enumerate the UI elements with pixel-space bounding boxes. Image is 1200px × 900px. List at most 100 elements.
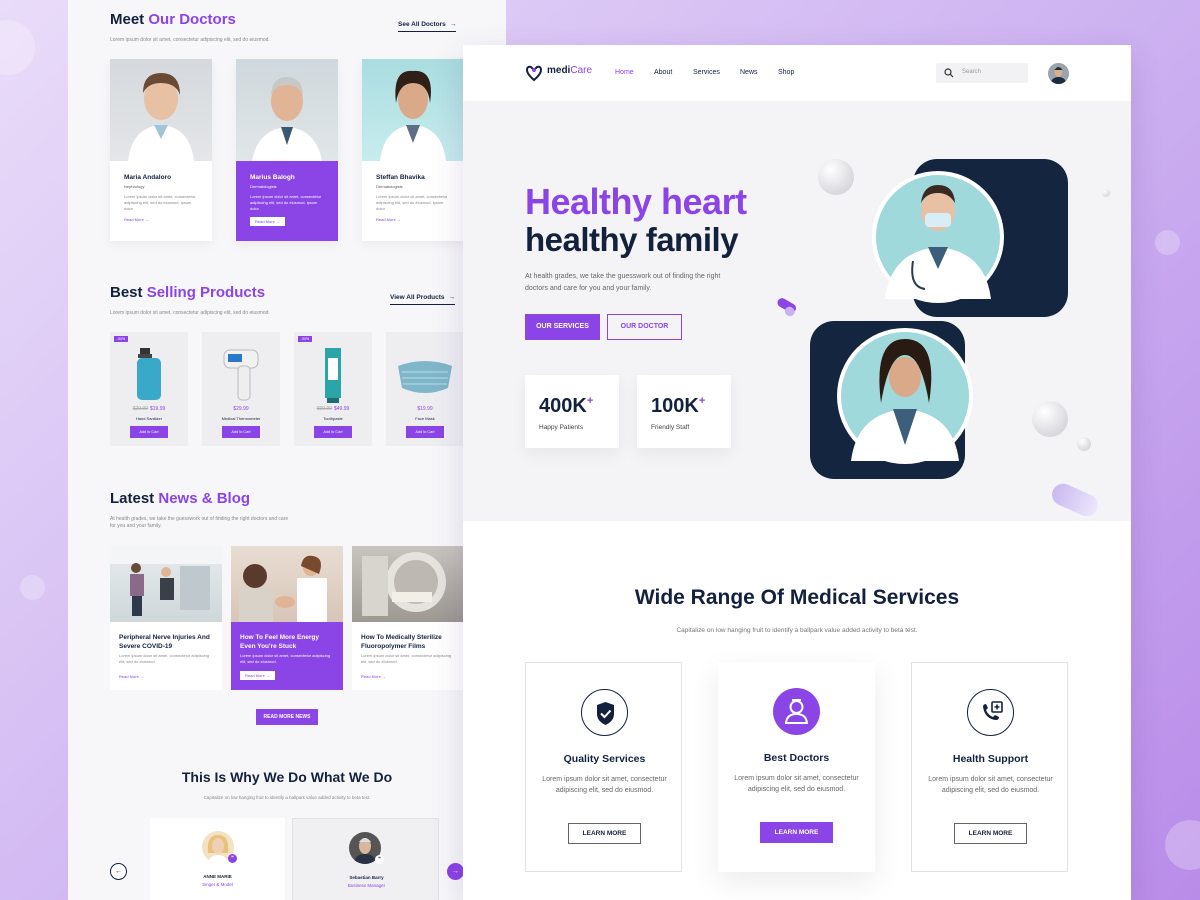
service-card-support: Health Support Lorem ipsum dolor sit ame…	[911, 662, 1068, 872]
add-to-cart-button[interactable]: Add to Cart	[314, 426, 352, 438]
blog-excerpt: Lorem ipsum dolor sit amet, consectetur …	[119, 653, 210, 664]
price: $29.99	[233, 406, 249, 412]
nav-shop[interactable]: Shop	[778, 69, 794, 76]
read-more-label: Read More	[245, 673, 265, 678]
news-section-subtitle: At health grades, we take the guesswork …	[110, 516, 289, 529]
search-placeholder: Search	[962, 69, 982, 75]
read-more-label: Read More	[361, 674, 381, 679]
doctor-specialty: Dermatologists	[376, 184, 403, 189]
old-price: $29.99	[132, 406, 148, 412]
medicare-logo[interactable]: mediCare	[547, 65, 592, 76]
logo-text: medi	[547, 65, 571, 76]
stat-number: 400K	[539, 395, 587, 417]
learn-more-button[interactable]: LEARN MORE	[954, 823, 1027, 844]
background-bubble	[1165, 820, 1200, 870]
blog-excerpt: Lorem ipsum dolor sit amet, consectetur …	[240, 653, 331, 664]
service-title: Best Doctors	[763, 752, 830, 764]
title-prefix: Latest	[110, 490, 155, 507]
stat-plus: +	[698, 395, 706, 407]
service-description: Lorem ipsum dolor sit amet, consectetur …	[542, 776, 667, 794]
read-more-link[interactable]: Read More →	[376, 217, 401, 222]
product-name: Hand Sanitizer	[135, 416, 163, 421]
read-more-label: Read More	[119, 674, 139, 679]
stat-label: Happy Patients	[539, 424, 584, 431]
product-card[interactable]: -50% $29.99 $19.99 Hand Sanitizer Add to …	[110, 332, 188, 446]
our-services-button[interactable]: OUR SERVICES	[525, 314, 600, 340]
testimonial-name: ANNE MARIE	[203, 874, 232, 879]
quote-icon: ❝	[375, 855, 384, 864]
shield-check-icon	[581, 689, 628, 736]
doctor-card[interactable]: Steffan Bhavika Dermatologists Lorem ips…	[362, 59, 464, 241]
read-more-link[interactable]: Read More →	[361, 674, 386, 679]
see-all-doctors-link[interactable]: See All Doctors →	[398, 21, 457, 32]
doctor-card[interactable]: Maria Andaloro Nephrology Lorem ipsum do…	[110, 59, 212, 241]
medicare-logo-icon	[525, 64, 543, 82]
blog-image	[352, 546, 464, 622]
learn-more-button[interactable]: LEARN MORE	[760, 822, 833, 843]
price: $19.99	[150, 406, 166, 412]
read-more-link[interactable]: Read More →	[124, 217, 149, 222]
blog-card[interactable]: Peripheral Nerve Injuries And Severe COV…	[110, 546, 222, 690]
price: $49.99	[334, 406, 350, 412]
our-doctor-button[interactable]: OUR DOCTOR	[607, 314, 682, 340]
learn-more-button[interactable]: LEARN MORE	[568, 823, 641, 844]
prev-arrow-icon[interactable]: ←	[110, 863, 127, 880]
product-price: $19.99	[386, 406, 464, 412]
product-card[interactable]: $19.99 Face Mask Add to Cart	[386, 332, 464, 446]
main-page: mediCare Home About Services News Shop S…	[463, 45, 1131, 900]
user-avatar[interactable]	[1048, 63, 1069, 84]
why-section-title: This Is Why We Do What We Do	[181, 769, 393, 785]
next-arrow-icon[interactable]: →	[447, 863, 464, 880]
read-more-news-button[interactable]: READ MORE NEWS	[256, 709, 318, 725]
doctor-photo	[110, 59, 212, 161]
products-section-title: Best Selling Products	[110, 284, 265, 301]
nav-news[interactable]: News	[740, 69, 758, 76]
read-more-label: Read More	[376, 217, 396, 222]
read-more-button[interactable]: Read More →	[250, 217, 285, 226]
nav-services[interactable]: Services	[693, 69, 720, 76]
read-more-button[interactable]: Read More →	[240, 671, 275, 680]
add-to-cart-button[interactable]: Add to Cart	[406, 426, 444, 438]
add-to-cart-button[interactable]: Add to Cart	[222, 426, 260, 438]
discount-badge: -50%	[114, 336, 129, 342]
blog-title: How To Feel More Energy Even You're Stuc…	[240, 634, 319, 650]
product-card[interactable]: $29.99 Medical Thermometer Add to Cart	[202, 332, 280, 446]
product-name: Medical Thermometer	[221, 416, 261, 421]
search-input[interactable]: Search	[936, 63, 1028, 83]
blog-excerpt: Lorem ipsum dolor sit amet, consectetur …	[361, 653, 452, 664]
face-mask-image	[386, 344, 464, 404]
stat-card-happy-patients: 400K+ Happy Patients	[525, 375, 619, 448]
arrow-right-icon: →	[449, 21, 457, 28]
discount-badge: -50%	[298, 336, 313, 342]
add-to-cart-button[interactable]: Add to Cart	[130, 426, 168, 438]
doctor-card[interactable]: Marius Balogh Dermatologists Lorem ipsum…	[236, 59, 338, 241]
title-accent: Selling Products	[146, 284, 266, 301]
stat-card-friendly-staff: 100K+ Friendly Staff	[637, 375, 731, 448]
old-price: $99.99	[316, 406, 332, 412]
blog-card[interactable]: How To Medically Sterilize Fluoropolymer…	[352, 546, 464, 690]
product-card[interactable]: -50% $99.99 $49.99 Toothpaste Add to Cart	[294, 332, 372, 446]
thermometer-image	[202, 344, 280, 404]
services-section-subtitle: Capitalize on low hanging fruit to ident…	[676, 627, 918, 634]
services-section-title: Wide Range Of Medical Services	[634, 586, 960, 609]
hero-illustration	[777, 159, 1110, 517]
doctor-specialty: Dermatologists	[250, 184, 277, 189]
product-name: Toothpaste	[323, 416, 343, 421]
title-accent: News & Blog	[158, 490, 251, 507]
nav-about[interactable]: About	[654, 69, 672, 76]
background-bubble	[20, 575, 45, 600]
products-section-subtitle: Lorem ipsum dolor sit amet, consectetur …	[110, 310, 270, 316]
doctor-icon	[773, 688, 820, 735]
doctor-photo	[236, 59, 338, 161]
blog-image	[231, 546, 343, 622]
view-all-products-link[interactable]: View All Products →	[390, 294, 456, 305]
blog-card[interactable]: How To Feel More Energy Even You're Stuc…	[231, 546, 343, 690]
read-more-link[interactable]: Read More →	[119, 674, 144, 679]
price: $19.99	[417, 406, 433, 412]
title-prefix: Meet	[110, 11, 145, 28]
hand-sanitizer-image	[110, 344, 188, 404]
nav-home[interactable]: Home	[615, 69, 634, 76]
link-label: View All Products	[390, 294, 445, 301]
doctor-photo	[362, 59, 464, 161]
product-name: Face Mask	[415, 416, 435, 421]
